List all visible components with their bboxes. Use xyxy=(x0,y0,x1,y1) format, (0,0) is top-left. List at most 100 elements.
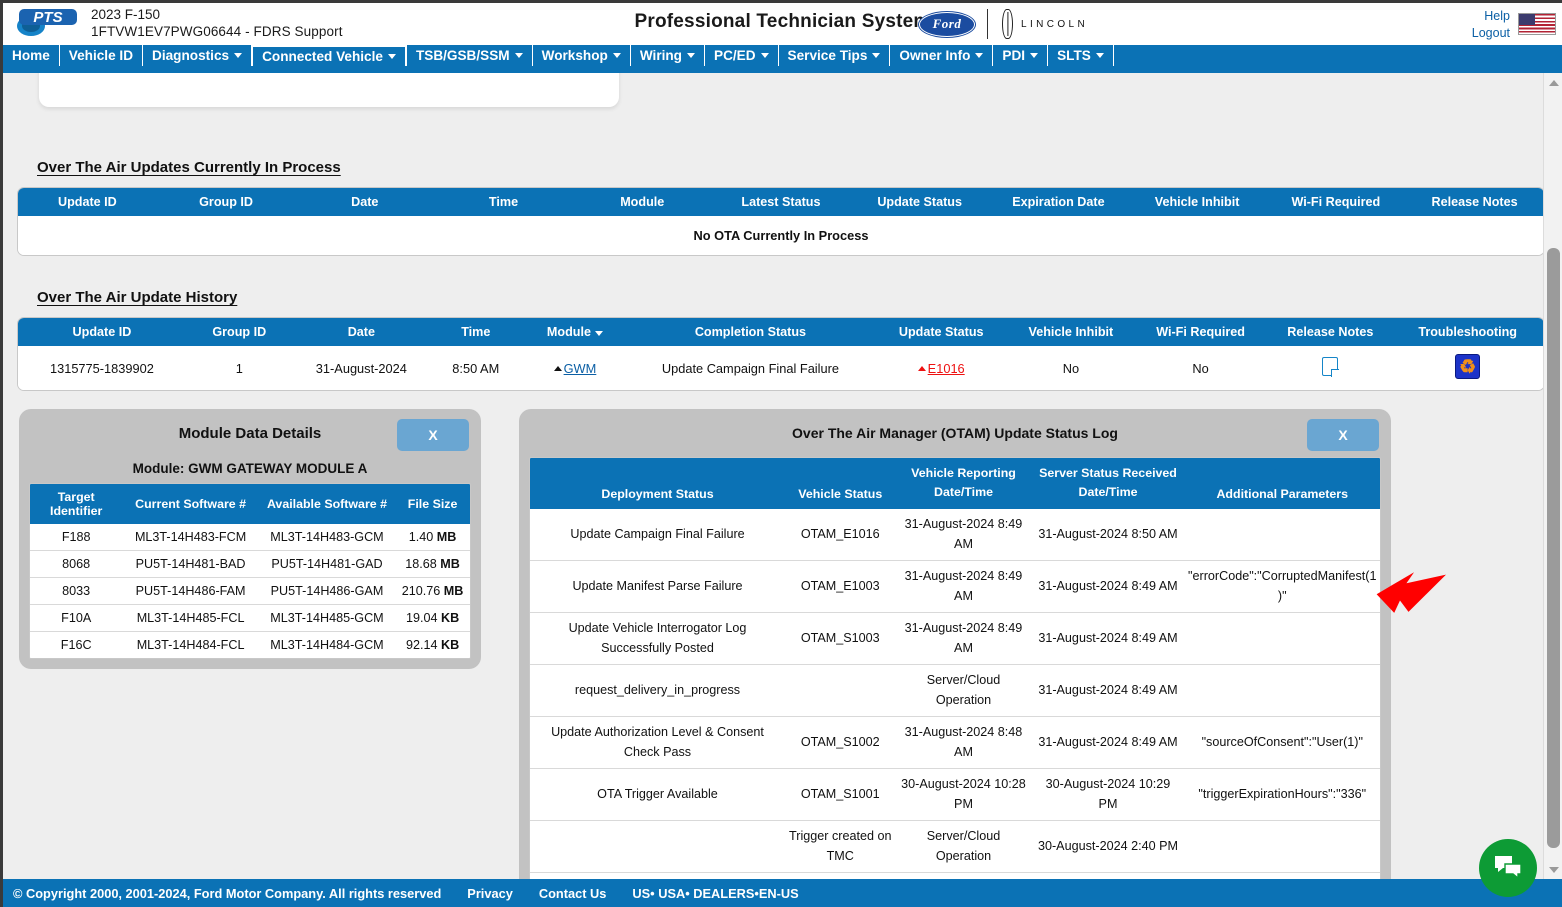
table-row: 1315775-1839902131-August-20248:50 AMGWM… xyxy=(18,346,1543,390)
cell-group-id: 1 xyxy=(186,346,293,390)
module-name-label: Module: GWM GATEWAY MODULE A xyxy=(29,457,471,483)
history-table-container: Update IDGroup IDDateTimeModuleCompletio… xyxy=(17,317,1543,391)
cell-deployment-status: Update Manifest Parse Failure xyxy=(530,561,785,613)
column-header-line2: Date/Time xyxy=(898,483,1030,502)
chevron-down-icon xyxy=(1030,53,1038,58)
column-header-line2: Date/Time xyxy=(1034,483,1183,502)
us-flag-icon[interactable] xyxy=(1518,13,1556,35)
help-link[interactable]: Help xyxy=(1472,8,1510,25)
column-header-group-id: Group ID xyxy=(157,188,296,216)
module-data-table: Target IdentifierCurrent Software #Avail… xyxy=(30,484,470,658)
column-header-vehicle-status: Vehicle Status xyxy=(785,458,896,509)
lincoln-wordmark: LINCOLN xyxy=(1021,19,1088,30)
cell-available-software: PU5T-14H481-GAD xyxy=(259,551,395,578)
cell-vehicle-reporting-datetime: 31-August-2024 8:49 AM xyxy=(896,509,1032,561)
nav-item-workshop[interactable]: Workshop xyxy=(532,45,631,66)
chat-bubble-icon[interactable] xyxy=(1479,839,1537,897)
in-process-empty-row: No OTA Currently In Process xyxy=(18,216,1543,255)
page-content: Over The Air Updates Currently In Proces… xyxy=(3,73,1543,879)
nav-item-label: Workshop xyxy=(542,49,608,63)
column-header-target-identifier: Target Identifier xyxy=(30,484,122,524)
nav-item-vehicle-id[interactable]: Vehicle ID xyxy=(59,45,143,66)
cell-deployment-status: Update Authorization Level & Consent Che… xyxy=(530,717,785,769)
sort-descending-icon[interactable] xyxy=(595,331,603,336)
nav-item-pdi[interactable]: PDI xyxy=(992,45,1048,66)
nav-item-service-tips[interactable]: Service Tips xyxy=(778,45,891,66)
module-panel-header: Module Data Details X xyxy=(29,419,471,457)
cell-additional-parameters: "errorCode":"CorruptedManifest(1)" xyxy=(1185,561,1381,613)
table-row: Update Authorization Level & Consent Che… xyxy=(530,717,1380,769)
column-header-deployment-status: Deployment Status xyxy=(530,458,785,509)
cell-update-status: E1016 xyxy=(873,346,1010,390)
otam-update-status-log-panel: Over The Air Manager (OTAM) Update Statu… xyxy=(519,409,1391,879)
column-header-update-id: Update ID xyxy=(18,188,157,216)
cell-completion-status: Update Campaign Final Failure xyxy=(628,346,872,390)
release-notes-icon[interactable] xyxy=(1322,357,1338,376)
vehicle-info: 2023 F-150 1FTVW1EV7PWG06644 - FDRS Supp… xyxy=(91,6,343,40)
column-header-time: Time xyxy=(434,188,573,216)
scrollbar-thumb[interactable] xyxy=(1547,248,1560,848)
recycle-icon[interactable]: ♻ xyxy=(1455,354,1480,379)
cell-additional-parameters: "sourceOfConsent":"User(1)" xyxy=(1185,717,1381,769)
module-link[interactable]: GWM xyxy=(564,361,597,376)
column-header-completion-status: Completion Status xyxy=(628,318,872,346)
chevron-down-icon xyxy=(872,53,880,58)
nav-item-pc-ed[interactable]: PC/ED xyxy=(704,45,779,66)
file-size-unit: MB xyxy=(444,584,464,598)
brand-logos: Ford LINCOLN xyxy=(919,9,1088,39)
cell-deployment-status: request_delivery_in_progress xyxy=(530,665,785,717)
column-header-group-id: Group ID xyxy=(186,318,293,346)
module-table-header-row: Target IdentifierCurrent Software #Avail… xyxy=(30,484,470,524)
cell-server-status-datetime: 31-August-2024 8:49 AM xyxy=(1032,665,1185,717)
update-status-link[interactable]: E1016 xyxy=(928,361,965,376)
column-header-date-time: Vehicle ReportingDate/Time xyxy=(896,458,1032,509)
cell-current-software: ML3T-14H483-FCM xyxy=(122,524,258,551)
module-table-body: F188ML3T-14H483-FCMML3T-14H483-GCM1.40 M… xyxy=(30,524,470,658)
nav-item-connected-vehicle[interactable]: Connected Vehicle xyxy=(251,45,407,66)
nav-item-label: Service Tips xyxy=(788,49,868,63)
logout-link[interactable]: Logout xyxy=(1472,25,1510,42)
cell-deployment-status: Update Campaign Final Failure xyxy=(530,509,785,561)
main-navigation: HomeVehicle IDDiagnosticsConnected Vehic… xyxy=(3,45,1562,68)
nav-item-label: SLTS xyxy=(1057,49,1091,63)
cell-vehicle-reporting-datetime: 31-August-2024 8:48 AM xyxy=(896,717,1032,769)
table-row: Update Campaign Final FailureOTAM_E10163… xyxy=(530,509,1380,561)
in-process-table-header-row: Update IDGroup IDDateTimeModuleLatest St… xyxy=(18,188,1543,216)
lincoln-logo-icon: LINCOLN xyxy=(1002,9,1088,39)
pts-logo-icon[interactable]: PTS xyxy=(11,5,83,39)
cell-additional-parameters xyxy=(1185,821,1381,873)
scroll-down-arrow-icon[interactable] xyxy=(1544,860,1562,879)
chevron-down-icon xyxy=(388,54,396,59)
cell-current-software: PU5T-14H481-BAD xyxy=(122,551,258,578)
locale-text: US• USA• DEALERS•EN-US xyxy=(632,886,798,901)
nav-item-owner-info[interactable]: Owner Info xyxy=(889,45,993,66)
file-size-unit: MB xyxy=(440,557,460,571)
vehicle-vin: 1FTVW1EV7PWG06644 - FDRS Support xyxy=(91,23,343,40)
privacy-link[interactable]: Privacy xyxy=(467,886,513,901)
table-row: Trigger created on TMCServer/Cloud Opera… xyxy=(530,821,1380,873)
page-scrollbar[interactable] xyxy=(1543,73,1562,879)
nav-item-wiring[interactable]: Wiring xyxy=(630,45,705,66)
in-process-section-title: Over The Air Updates Currently In Proces… xyxy=(37,159,341,176)
nav-item-tsb-gsb-ssm[interactable]: TSB/GSB/SSM xyxy=(406,45,533,66)
table-row: F188ML3T-14H483-FCMML3T-14H483-GCM1.40 M… xyxy=(30,524,470,551)
cell-additional-parameters xyxy=(1185,613,1381,665)
otam-panel-close-button[interactable]: X xyxy=(1307,419,1379,451)
page-footer: © Copyright 2000, 2001-2024, Ford Motor … xyxy=(3,879,1562,907)
cell-vehicle-status xyxy=(785,665,896,717)
column-header-update-id: Update ID xyxy=(18,318,186,346)
chevron-down-icon xyxy=(515,53,523,58)
contact-us-link[interactable]: Contact Us xyxy=(539,886,607,901)
cell-troubleshooting: ♻ xyxy=(1391,346,1543,390)
nav-item-slts[interactable]: SLTS xyxy=(1047,45,1114,66)
module-panel-close-button[interactable]: X xyxy=(397,419,469,451)
column-header-time: Time xyxy=(430,318,522,346)
nav-item-label: Wiring xyxy=(640,49,682,63)
cell-file-size: 19.04 KB xyxy=(395,605,470,632)
nav-item-diagnostics[interactable]: Diagnostics xyxy=(142,45,252,66)
cell-available-software: ML3T-14H484-GCM xyxy=(259,632,395,659)
nav-item-home[interactable]: Home xyxy=(3,45,60,66)
app-header: PTS 2023 F-150 1FTVW1EV7PWG06644 - FDRS … xyxy=(3,3,1562,45)
scroll-up-arrow-icon[interactable] xyxy=(1544,73,1562,92)
column-header-available-software: Available Software # xyxy=(259,484,395,524)
